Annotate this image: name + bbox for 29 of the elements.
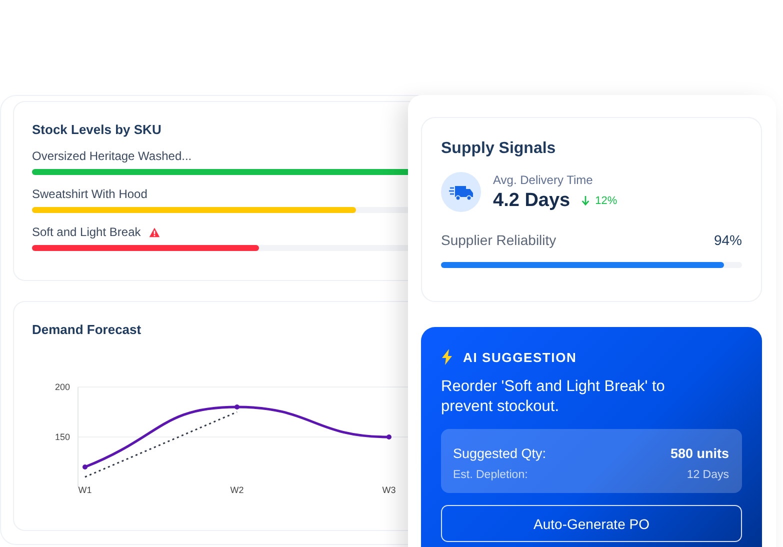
suggestion-text: Reorder 'Soft and Light Break' to prevent stockout.	[441, 377, 666, 417]
sku-name: Soft and Light Break	[32, 225, 141, 239]
detail-label: Suggested Qty:	[453, 446, 546, 461]
axis-tick-label: W3	[382, 485, 396, 495]
axis-tick-label: 200	[54, 382, 70, 392]
generate-po-button[interactable]: Auto-Generate PO	[441, 505, 742, 542]
sku-name: Oversized Heritage Washed...	[32, 149, 192, 163]
metric-value: 4.2 Days	[493, 190, 570, 212]
detail-value: 580 units	[670, 446, 729, 461]
axis-tick-label: W1	[78, 485, 92, 495]
detail-label: Est. Depletion:	[453, 469, 528, 481]
card-title: Stock Levels by SKU	[32, 122, 162, 137]
axis-tick-label: 150	[54, 432, 70, 442]
down-arrow-icon	[581, 195, 590, 206]
suggestion-title: AI SUGGESTION	[463, 350, 577, 364]
metric-label: Avg. Delivery Time	[493, 172, 594, 186]
detail-value: 12 Days	[686, 469, 729, 481]
data-point	[386, 434, 392, 440]
axis-tick-label: W2	[230, 485, 244, 495]
card-title: Supply Signals	[441, 140, 557, 158]
data-point	[234, 404, 240, 410]
lightning-icon	[441, 349, 453, 365]
sku-name: Sweatshirt With Hood	[32, 187, 148, 201]
change-value: 12%	[595, 194, 618, 206]
metric-label: Supplier Reliability	[441, 232, 556, 248]
metric-value: 94%	[714, 232, 742, 248]
card-title: Demand Forecast	[31, 322, 142, 337]
data-point	[82, 464, 88, 470]
truck-icon	[441, 172, 481, 212]
